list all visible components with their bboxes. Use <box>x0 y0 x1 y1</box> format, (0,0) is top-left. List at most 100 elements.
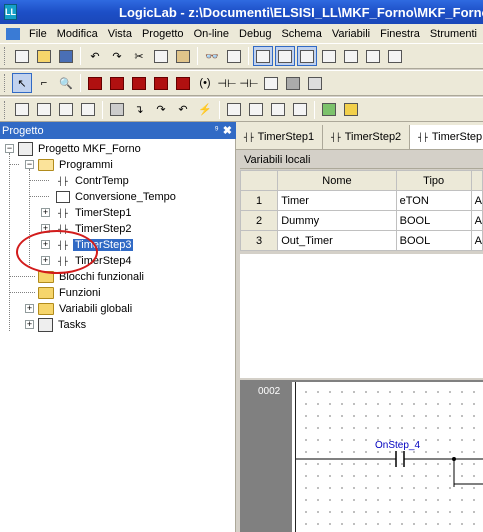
menu-finestra[interactable]: Finestra <box>375 28 425 40</box>
insert-label-button[interactable] <box>173 73 193 93</box>
tab-timerstep2[interactable]: ┤├ TimerStep2 <box>323 125 411 149</box>
graphic-trigger-button[interactable] <box>290 100 310 120</box>
step-out-button[interactable]: ↶ <box>173 100 193 120</box>
folder-icon <box>38 303 54 315</box>
menu-schema[interactable]: Schema <box>276 28 326 40</box>
stop-button[interactable] <box>107 100 127 120</box>
insert-contact-button[interactable]: ⊣⊢ <box>217 73 237 93</box>
new-project-button[interactable] <box>12 46 32 66</box>
expand-toggle[interactable]: + <box>25 304 34 313</box>
menu-online[interactable]: On-line <box>189 28 234 40</box>
close-icon[interactable]: ✖ <box>223 124 232 137</box>
open-button[interactable] <box>34 46 54 66</box>
ladder-program-icon: ┤├ <box>331 132 341 142</box>
tree-node-project[interactable]: Progetto MKF_Forno <box>18 141 143 157</box>
column-header-nome[interactable]: Nome <box>277 170 397 191</box>
pin-icon[interactable]: ⁹ <box>214 125 218 136</box>
unlink-button[interactable] <box>305 73 325 93</box>
compile-button[interactable] <box>12 100 32 120</box>
var-name-cell[interactable]: Out_Timer <box>277 230 397 251</box>
column-header-extra[interactable] <box>470 170 483 191</box>
local-vars-empty-area[interactable] <box>240 254 483 378</box>
table-row[interactable]: 1 Timer eTON A <box>239 190 483 211</box>
breakpoint-button[interactable] <box>224 100 244 120</box>
redo-button[interactable]: ↷ <box>107 46 127 66</box>
menu-debug[interactable]: Debug <box>234 28 276 40</box>
var-extra-cell[interactable]: A <box>470 230 483 251</box>
view-project-button[interactable] <box>253 46 273 66</box>
build-button[interactable] <box>34 100 54 120</box>
var-extra-cell[interactable]: A <box>470 190 483 211</box>
watch-add-button[interactable] <box>246 100 266 120</box>
menu-variabili[interactable]: Variabili <box>327 28 375 40</box>
paste-button[interactable] <box>173 46 193 66</box>
view-output-button[interactable] <box>297 46 317 66</box>
system-menu-icon[interactable] <box>6 27 20 40</box>
tab-timerstep3[interactable]: ┤├ TimerStep <box>410 125 483 149</box>
view-watch-button[interactable] <box>319 46 339 66</box>
tree-node-functions[interactable]: Funzioni <box>38 285 103 301</box>
view-oscilloscope-button[interactable] <box>363 46 383 66</box>
connect-tool-button[interactable]: ⌐ <box>34 73 54 93</box>
var-type-cell[interactable]: BOOL <box>395 230 472 251</box>
menu-progetto[interactable]: Progetto <box>137 28 189 40</box>
view-resources-button[interactable] <box>385 46 405 66</box>
row-number[interactable]: 1 <box>239 190 279 211</box>
collapse-toggle[interactable]: − <box>5 144 14 153</box>
select-tool-button[interactable]: ↖ <box>12 73 32 93</box>
var-name-cell[interactable]: Timer <box>277 190 397 211</box>
tree-node-global-vars[interactable]: Variabili globali <box>38 301 134 317</box>
zoom-tool-button[interactable]: 🔍 <box>56 73 76 93</box>
view-debug-button[interactable] <box>341 46 361 66</box>
find-button[interactable]: 👓 <box>202 46 222 66</box>
step-into-button[interactable]: ↴ <box>129 100 149 120</box>
column-header-tipo[interactable]: Tipo <box>395 170 472 191</box>
tree-node-conversione-tempo[interactable]: Conversione_Tempo <box>56 189 178 205</box>
toolbar-grip[interactable] <box>4 100 7 119</box>
menu-file[interactable]: File <box>24 28 52 40</box>
cut-button[interactable]: ✂ <box>129 46 149 66</box>
expand-toggle[interactable]: + <box>41 208 50 217</box>
collapse-toggle[interactable]: − <box>25 160 34 169</box>
triggers-button[interactable] <box>268 100 288 120</box>
menu-vista[interactable]: Vista <box>103 28 137 40</box>
tree-node-programs[interactable]: Programmi <box>38 157 115 173</box>
print-button[interactable] <box>224 46 244 66</box>
contact-label[interactable]: OnStep_4 <box>375 440 420 451</box>
properties-button[interactable] <box>341 100 361 120</box>
var-type-cell[interactable]: BOOL <box>395 210 472 231</box>
insert-return-button[interactable] <box>151 73 171 93</box>
insert-constant-button[interactable] <box>129 73 149 93</box>
tree-node-timerstep1[interactable]: ┤├ TimerStep1 <box>56 205 133 221</box>
tab-timerstep1[interactable]: ┤├ TimerStep1 <box>236 125 324 149</box>
expand-toggle[interactable]: + <box>25 320 34 329</box>
var-extra-cell[interactable]: A <box>470 210 483 231</box>
table-row[interactable]: 3 Out_Timer BOOL A <box>239 230 483 251</box>
table-row[interactable]: 2 Dummy BOOL A <box>239 210 483 231</box>
var-name-cell[interactable]: Dummy <box>277 210 397 231</box>
connect-target-button[interactable] <box>78 100 98 120</box>
view-library-button[interactable] <box>275 46 295 66</box>
run-to-cursor-button[interactable]: ⚡ <box>195 100 215 120</box>
toolbar-grip[interactable] <box>4 74 7 92</box>
tree-node-contrtemp[interactable]: ┤├ ContrTemp <box>56 173 131 189</box>
menu-strumenti[interactable]: Strumenti <box>425 28 482 40</box>
copy-button[interactable] <box>151 46 171 66</box>
undo-button[interactable]: ↶ <box>85 46 105 66</box>
step-over-button[interactable]: ↷ <box>151 100 171 120</box>
link-button[interactable] <box>283 73 303 93</box>
en-eno-button[interactable] <box>261 73 281 93</box>
row-number[interactable]: 3 <box>239 230 279 251</box>
var-type-cell[interactable]: eTON <box>395 190 472 211</box>
download-button[interactable] <box>56 100 76 120</box>
insert-coil-button[interactable]: (•) <box>195 73 215 93</box>
menu-modifica[interactable]: Modifica <box>52 28 103 40</box>
new-object-button[interactable] <box>319 100 339 120</box>
tree-node-tasks[interactable]: Tasks <box>38 317 88 333</box>
insert-block-button[interactable] <box>85 73 105 93</box>
row-number[interactable]: 2 <box>239 210 279 231</box>
toolbar-grip[interactable] <box>4 47 7 65</box>
insert-var-button[interactable] <box>107 73 127 93</box>
insert-neg-contact-button[interactable]: ⊣⊢ <box>239 73 259 93</box>
save-button[interactable] <box>56 46 76 66</box>
